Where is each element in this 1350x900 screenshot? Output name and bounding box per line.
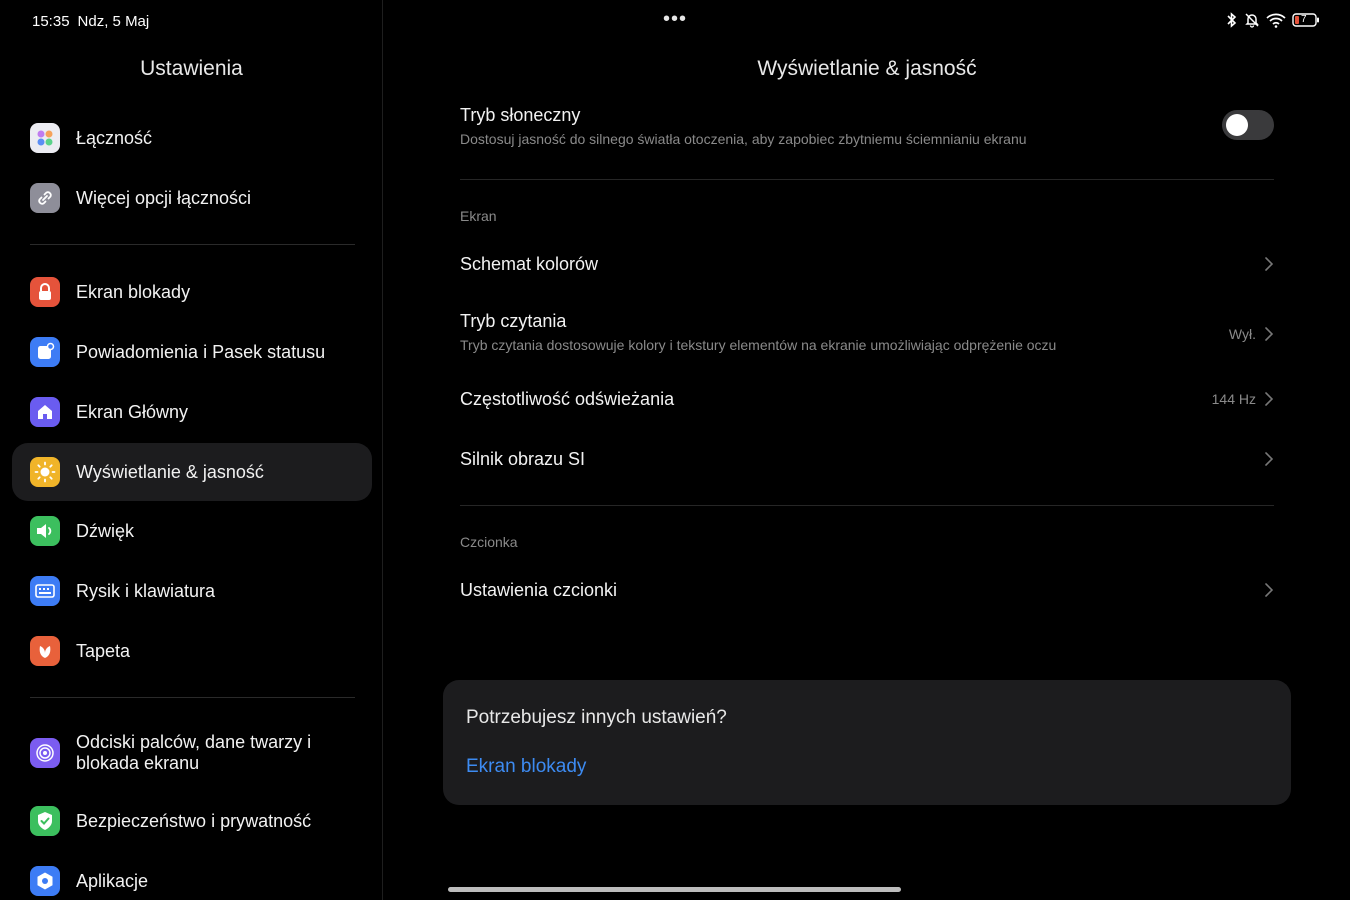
sidebar-item-home-screen[interactable]: Ekran Główny	[12, 383, 372, 441]
sidebar-item-label: Powiadomienia i Pasek statusu	[76, 341, 326, 362]
sidebar-item-apps[interactable]: Aplikacje	[12, 852, 372, 900]
refresh-rate-value: 144 Hz	[1211, 391, 1256, 407]
sun-icon	[30, 457, 60, 487]
ai-engine-row[interactable]: Silnik obrazu SI	[460, 439, 1274, 479]
sidebar-item-biometrics[interactable]: Odciski palców, dane twarzy i blokada ek…	[12, 723, 372, 783]
lock-icon	[30, 277, 60, 307]
reading-mode-row[interactable]: Tryb czytania Tryb czytania dostosowuje …	[460, 311, 1274, 356]
chevron-right-icon	[1264, 391, 1274, 407]
sidebar-item-display[interactable]: Wyświetlanie & jasność	[12, 443, 372, 501]
sidebar: Ustawienia Łączność Więcej opcji łącznoś…	[0, 0, 383, 900]
chevron-right-icon	[1264, 451, 1274, 467]
refresh-rate-title: Częstotliwość odświeżania	[460, 388, 675, 409]
sidebar-item-label: Bezpieczeństwo i prywatność	[76, 810, 312, 831]
chevron-right-icon	[1264, 326, 1274, 342]
sun-mode-title: Tryb słoneczny	[460, 105, 581, 125]
keyboard-icon	[30, 576, 60, 606]
sidebar-item-label: Tapeta	[76, 640, 131, 661]
chevron-right-icon	[1264, 256, 1274, 272]
section-divider	[460, 179, 1274, 180]
toggle-knob	[1226, 114, 1248, 136]
ai-engine-title: Silnik obrazu SI	[460, 448, 586, 469]
home-icon	[30, 397, 60, 427]
speaker-icon	[30, 516, 60, 546]
color-scheme-title: Schemat kolorów	[460, 253, 599, 274]
sidebar-item-label: Dźwięk	[76, 520, 135, 541]
reading-mode-subtitle: Tryb czytania dostosowuje kolory i tekst…	[460, 337, 1057, 353]
sidebar-item-label: Łączność	[76, 127, 153, 148]
refresh-rate-row[interactable]: Częstotliwość odświeżania 144 Hz	[460, 379, 1274, 419]
reading-mode-value: Wył.	[1228, 325, 1256, 342]
sun-mode-toggle[interactable]	[1222, 110, 1274, 140]
section-divider	[460, 505, 1274, 506]
sidebar-item-label: Aplikacje	[76, 870, 149, 891]
wallpaper-icon	[30, 636, 60, 666]
link-icon	[30, 183, 60, 213]
sidebar-item-label: Wyświetlanie & jasność	[76, 461, 264, 482]
sidebar-item-lock-screen[interactable]: Ekran blokady	[12, 263, 372, 321]
other-settings-card: Potrzebujesz innych ustawień? Ekran blok…	[443, 680, 1291, 805]
sun-mode-row[interactable]: Tryb słoneczny Dostosuj jasność do silne…	[460, 105, 1274, 155]
notification-icon	[30, 337, 60, 367]
shield-icon	[30, 806, 60, 836]
sidebar-item-connectivity[interactable]: Łączność	[12, 109, 372, 167]
sidebar-item-stylus-keyboard[interactable]: Rysik i klawiatura	[12, 562, 372, 620]
sidebar-divider	[30, 244, 355, 245]
sidebar-item-sound[interactable]: Dźwięk	[12, 502, 372, 560]
sun-mode-subtitle: Dostosuj jasność do silnego światła otoc…	[460, 131, 1027, 147]
home-indicator[interactable]	[448, 887, 901, 892]
sidebar-item-label: Odciski palców, dane twarzy i blokada ek…	[76, 732, 312, 773]
reading-mode-title: Tryb czytania	[460, 311, 567, 331]
sidebar-item-notifications[interactable]: Powiadomienia i Pasek statusu	[12, 323, 372, 381]
sidebar-title: Ustawienia	[140, 57, 243, 80]
sidebar-item-security[interactable]: Bezpieczeństwo i prywatność	[12, 792, 372, 850]
sidebar-item-label: Więcej opcji łączności	[76, 187, 252, 208]
sidebar-divider	[30, 697, 355, 698]
chevron-right-icon	[1264, 582, 1274, 598]
apps-icon	[30, 866, 60, 896]
card-title: Potrzebujesz innych ustawień?	[466, 707, 727, 728]
color-scheme-row[interactable]: Schemat kolorów	[460, 244, 1274, 284]
sidebar-item-label: Rysik i klawiatura	[76, 580, 216, 601]
section-label-screen: Ekran	[460, 208, 497, 224]
connectivity-icon	[30, 123, 60, 153]
font-settings-title: Ustawienia czcionki	[460, 579, 618, 600]
sidebar-item-label: Ekran Główny	[76, 401, 189, 422]
lock-screen-link[interactable]: Ekran blokady	[466, 756, 586, 778]
sidebar-item-wallpaper[interactable]: Tapeta	[12, 622, 372, 680]
fingerprint-icon	[30, 738, 60, 768]
main-pane: Wyświetlanie & jasność Tryb słoneczny Do…	[384, 0, 1350, 900]
section-label-font: Czcionka	[460, 534, 518, 550]
sidebar-item-label: Ekran blokady	[76, 281, 191, 302]
page-title: Wyświetlanie & jasność	[757, 57, 977, 80]
font-settings-row[interactable]: Ustawienia czcionki	[460, 570, 1274, 610]
sidebar-item-more-connectivity[interactable]: Więcej opcji łączności	[12, 169, 372, 227]
